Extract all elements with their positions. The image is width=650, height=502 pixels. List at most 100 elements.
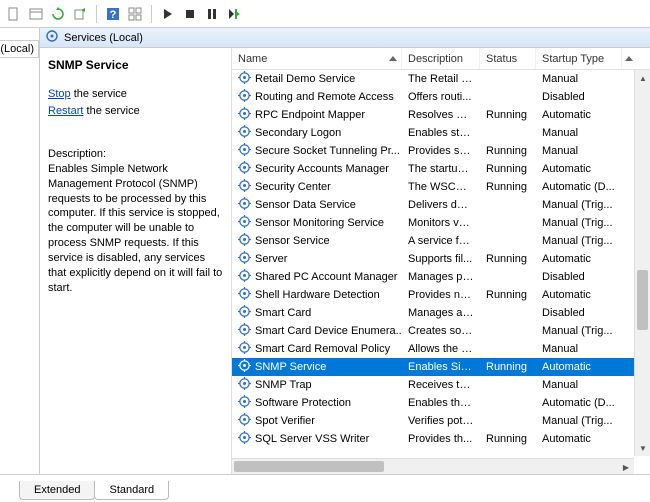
tb-file-icon[interactable] bbox=[4, 4, 24, 24]
service-status: Running bbox=[480, 145, 536, 157]
service-row[interactable]: Routing and Remote AccessOffers routi...… bbox=[232, 88, 650, 106]
service-start: Automatic bbox=[536, 253, 622, 265]
svg-text:?: ? bbox=[110, 9, 117, 21]
service-start: Manual (Trig... bbox=[536, 199, 622, 211]
service-desc: Provides no... bbox=[402, 289, 480, 301]
tree-node-local[interactable]: (Local) bbox=[0, 40, 39, 58]
service-row[interactable]: Spot VerifierVerifies pote...Manual (Tri… bbox=[232, 412, 650, 430]
service-row[interactable]: RPC Endpoint Mapper Resolves RP...Running… bbox=[232, 106, 650, 124]
service-desc: Verifies pote... bbox=[402, 415, 480, 427]
desc-text: Enables Simple Network Management Protoc… bbox=[48, 162, 223, 296]
service-name: Security Center bbox=[255, 181, 331, 193]
scroll-down-icon[interactable]: ▼ bbox=[635, 440, 650, 456]
service-row[interactable]: SNMP ServiceEnables Sim...RunningAutomat… bbox=[232, 358, 650, 376]
vertical-scrollbar[interactable]: ▲ ▼ bbox=[634, 70, 650, 456]
service-name: Smart Card bbox=[255, 307, 311, 319]
service-start: Disabled bbox=[536, 307, 622, 319]
service-desc: Supports fil... bbox=[402, 253, 480, 265]
tb-play-icon[interactable] bbox=[158, 4, 178, 24]
service-gear-icon bbox=[238, 161, 251, 177]
service-gear-icon bbox=[238, 71, 251, 87]
service-row[interactable]: Security CenterThe WSCSV...RunningAutoma… bbox=[232, 178, 650, 196]
tb-help-icon[interactable]: ? bbox=[103, 4, 123, 24]
service-start: Automatic bbox=[536, 361, 622, 373]
service-desc: Manages pr... bbox=[402, 271, 480, 283]
service-start: Manual (Trig... bbox=[536, 235, 622, 247]
service-gear-icon bbox=[238, 287, 251, 303]
service-name: Shell Hardware Detection bbox=[255, 289, 380, 301]
service-desc: Offers routi... bbox=[402, 91, 480, 103]
col-header-overflow[interactable] bbox=[622, 48, 636, 69]
tb-refresh-icon[interactable] bbox=[48, 4, 68, 24]
service-name: Server bbox=[255, 253, 287, 265]
service-row[interactable]: Software ProtectionEnables the ...Automa… bbox=[232, 394, 650, 412]
service-gear-icon bbox=[238, 197, 251, 213]
service-row[interactable]: Sensor Monitoring ServiceMonitors va...M… bbox=[232, 214, 650, 232]
service-gear-icon bbox=[238, 89, 251, 105]
service-row[interactable]: Security Accounts ManagerThe startup ...… bbox=[232, 160, 650, 178]
service-row[interactable]: Smart Card Removal PolicyAllows the s...… bbox=[232, 340, 650, 358]
service-desc: Resolves RP... bbox=[402, 109, 480, 121]
service-start: Manual bbox=[536, 343, 622, 355]
service-start: Manual (Trig... bbox=[536, 325, 622, 337]
service-row[interactable]: Sensor ServiceA service fo...Manual (Tri… bbox=[232, 232, 650, 250]
col-header-status[interactable]: Status bbox=[480, 48, 536, 69]
service-gear-icon bbox=[238, 143, 251, 159]
service-row[interactable]: ServerSupports fil...RunningAutomatic bbox=[232, 250, 650, 268]
vscroll-thumb[interactable] bbox=[637, 270, 648, 330]
service-name: Retail Demo Service bbox=[255, 73, 355, 85]
service-name: SQL Server VSS Writer bbox=[255, 433, 369, 445]
restart-suffix: the service bbox=[83, 105, 139, 117]
service-row[interactable]: Secondary LogonEnables star...Manual bbox=[232, 124, 650, 142]
service-desc: Allows the s... bbox=[402, 343, 480, 355]
service-name: RPC Endpoint Mapper bbox=[255, 109, 365, 121]
service-start: Manual (Trig... bbox=[536, 415, 622, 427]
service-desc: The Retail D... bbox=[402, 73, 480, 85]
horizontal-scrollbar[interactable]: ◀ ▶ bbox=[232, 458, 634, 474]
service-status: Running bbox=[480, 109, 536, 121]
tb-stop-icon[interactable] bbox=[180, 4, 200, 24]
service-row[interactable]: Shell Hardware DetectionProvides no...Ru… bbox=[232, 286, 650, 304]
col-header-desc[interactable]: Description bbox=[402, 48, 480, 69]
hscroll-thumb[interactable] bbox=[234, 461, 384, 472]
tab-standard[interactable]: Standard bbox=[94, 481, 169, 500]
service-desc: A service fo... bbox=[402, 235, 480, 247]
service-row[interactable]: Smart Card Device Enumera...Creates soft… bbox=[232, 322, 650, 340]
tb-sheet-icon[interactable] bbox=[26, 4, 46, 24]
service-row[interactable]: Retail Demo Service The Retail D... Manual bbox=[232, 70, 650, 88]
grid-rows: Retail Demo Service The Retail D... Manual… bbox=[232, 70, 650, 474]
service-row[interactable]: Smart CardManages ac...Disabled bbox=[232, 304, 650, 322]
service-name: Secondary Logon bbox=[255, 127, 341, 139]
restart-service-link[interactable]: Restart bbox=[48, 105, 83, 117]
col-header-name[interactable]: Name bbox=[232, 48, 402, 69]
tb-restart-icon[interactable] bbox=[224, 4, 244, 24]
service-name: SNMP Service bbox=[255, 361, 326, 373]
service-start: Manual bbox=[536, 73, 622, 85]
tb-export-icon[interactable] bbox=[70, 4, 90, 24]
service-start: Manual bbox=[536, 145, 622, 157]
service-start: Automatic bbox=[536, 289, 622, 301]
service-start: Automatic bbox=[536, 433, 622, 445]
service-gear-icon bbox=[238, 323, 251, 339]
service-start: Disabled bbox=[536, 271, 622, 283]
service-gear-icon bbox=[238, 341, 251, 357]
scroll-right-icon[interactable]: ▶ bbox=[618, 459, 634, 474]
tree-panel: (Local) bbox=[0, 28, 40, 474]
stop-service-link[interactable]: Stop bbox=[48, 88, 71, 100]
tab-extended[interactable]: Extended bbox=[19, 481, 95, 500]
service-row[interactable]: SQL Server VSS WriterProvides th...Runni… bbox=[232, 430, 650, 448]
service-status: Running bbox=[480, 181, 536, 193]
scroll-up-icon[interactable]: ▲ bbox=[635, 70, 650, 86]
service-name: Secure Socket Tunneling Pr... bbox=[255, 145, 400, 157]
content-title: Services (Local) bbox=[64, 32, 143, 44]
service-row[interactable]: SNMP TrapReceives tra...Manual bbox=[232, 376, 650, 394]
service-desc: Creates soft... bbox=[402, 325, 480, 337]
service-gear-icon bbox=[238, 215, 251, 231]
service-row[interactable]: Shared PC Account ManagerManages pr...Di… bbox=[232, 268, 650, 286]
service-row[interactable]: Secure Socket Tunneling Pr...Provides su… bbox=[232, 142, 650, 160]
service-row[interactable]: Sensor Data ServiceDelivers dat...Manual… bbox=[232, 196, 650, 214]
toolbar: ? bbox=[0, 0, 650, 28]
tb-pause-icon[interactable] bbox=[202, 4, 222, 24]
col-header-start[interactable]: Startup Type bbox=[536, 48, 622, 69]
tb-grid-icon[interactable] bbox=[125, 4, 145, 24]
